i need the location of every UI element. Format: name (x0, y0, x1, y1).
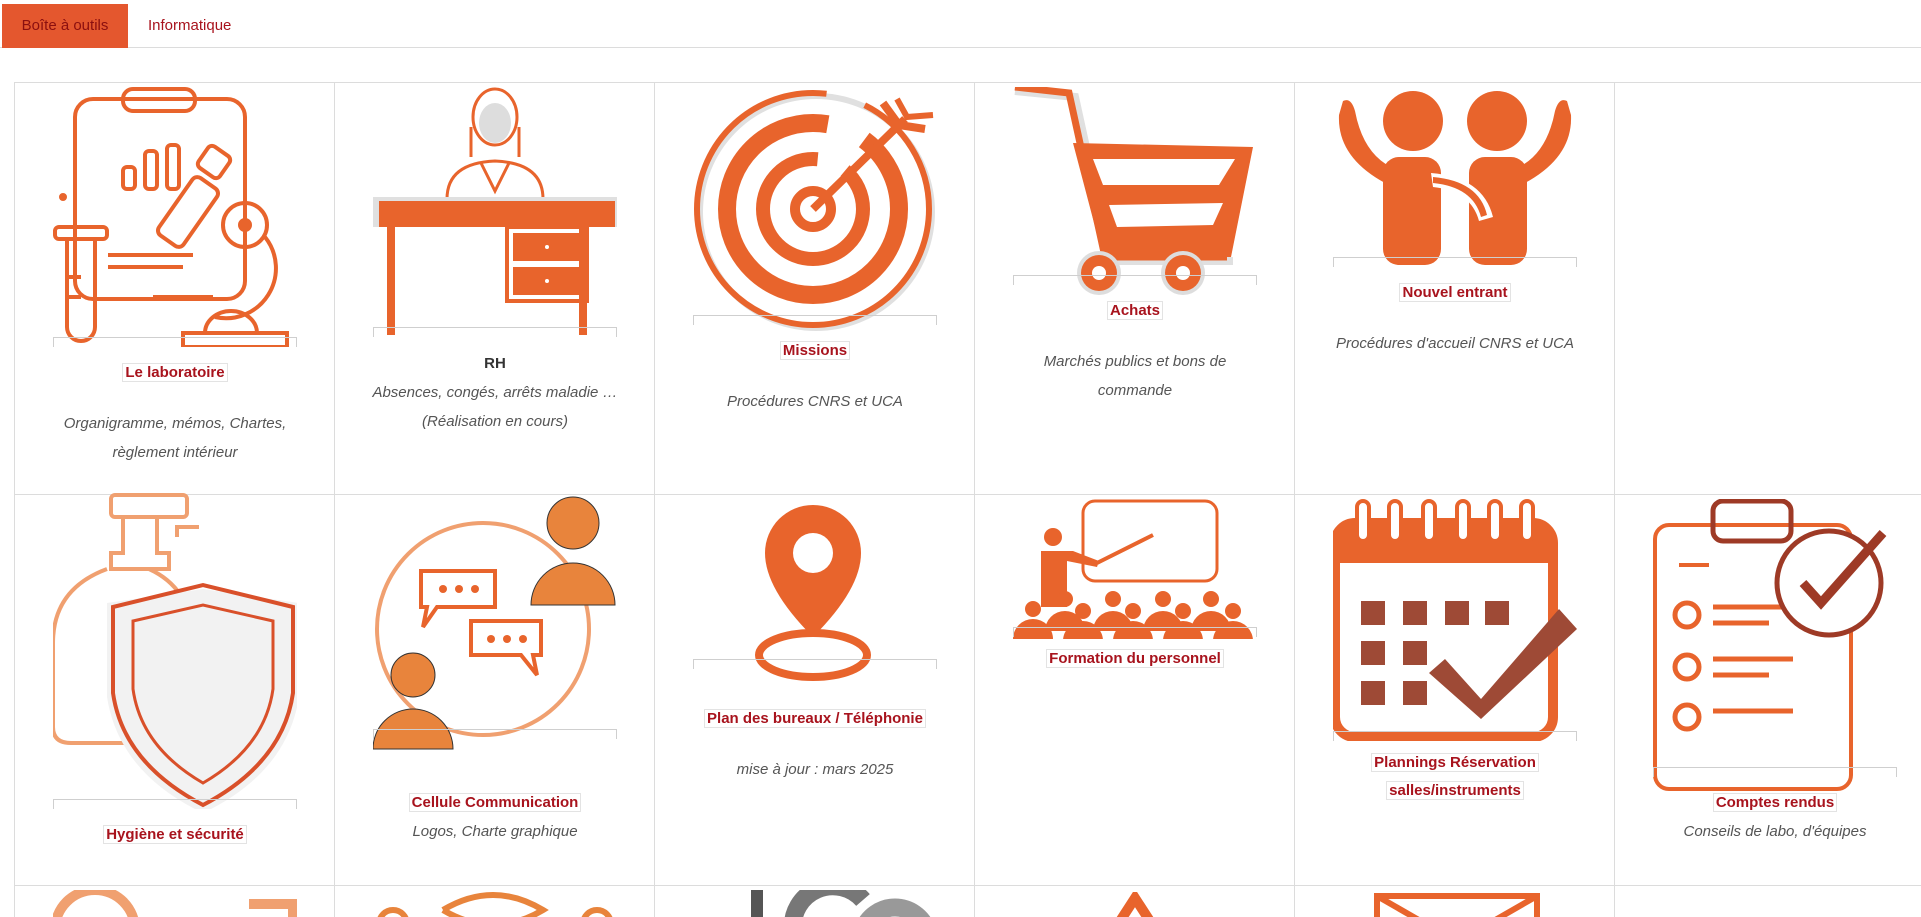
tile-missions[interactable]: Missions Procédures CNRS et UCA (654, 83, 974, 495)
tile-title[interactable]: RH (335, 350, 655, 378)
tile-description: Organigramme, mémos, Chartes, règlement … (63, 415, 287, 461)
tile-description: Procédures d'accueil CNRS et UCA (1336, 335, 1574, 352)
tile-title[interactable]: Le laboratoire (15, 359, 335, 387)
tile-formation[interactable]: Formation du personnel (974, 495, 1294, 886)
tile-title[interactable]: Comptes rendus (1615, 789, 1921, 817)
tile-description: Conseils de labo, d'équipes (1683, 823, 1867, 840)
tile-title[interactable]: Plan des bureaux / Téléphonie (655, 705, 975, 733)
classroom-icon[interactable] (1013, 499, 1257, 639)
microscope-icon[interactable] (53, 87, 297, 347)
tile-description: Logos, Charte graphique (412, 823, 578, 840)
tile-title-line2[interactable]: salles/instruments (1295, 777, 1615, 805)
partial-icon (751, 890, 930, 917)
partial-icon (1116, 892, 1154, 917)
tile-plannings[interactable]: Plannings Réservation salles/instruments (1294, 495, 1614, 886)
tab-boite-a-outils[interactable]: Boîte à outils (2, 4, 128, 48)
tile-title[interactable]: Achats (975, 297, 1295, 325)
target-icon[interactable] (693, 85, 937, 331)
tile-hygiene-securite[interactable]: Hygiène et sécurité (14, 493, 335, 886)
chat-people-icon[interactable] (373, 493, 617, 753)
tile-grid: Le laboratoire Organigramme, mémos, Char… (14, 82, 1921, 917)
tile-achats[interactable]: Achats Marchés publics et bons de comman… (974, 83, 1294, 495)
tile-description: Procédures CNRS et UCA (727, 393, 903, 410)
tile-plan-bureaux[interactable]: Plan des bureaux / Téléphonie mise à jou… (654, 495, 974, 886)
tile-row3-5[interactable] (1294, 886, 1614, 917)
tile-rh[interactable]: RH Absences, congés, arrêts maladie … (R… (334, 83, 654, 495)
tile-description: mise à jour : mars 2025 (736, 761, 894, 778)
welcome-people-icon[interactable] (1333, 87, 1577, 267)
partial-icon (53, 890, 297, 917)
tile-title[interactable]: Plannings Réservation (1295, 749, 1615, 777)
tile-row3-4[interactable] (974, 886, 1294, 917)
tile-title[interactable]: Cellule Communication (335, 789, 655, 817)
tile-title[interactable]: Missions (655, 337, 975, 365)
tile-cellule-communication[interactable]: Cellule Communication Logos, Charte grap… (334, 495, 654, 886)
shopping-cart-icon[interactable] (1013, 87, 1257, 295)
desk-person-icon[interactable] (373, 87, 617, 341)
envelope-icon (1374, 893, 1540, 917)
tile-row3-2[interactable] (334, 886, 654, 917)
partial-icon (377, 892, 613, 917)
shield-soap-icon[interactable] (53, 493, 297, 809)
tile-title[interactable]: Hygiène et sécurité (15, 821, 335, 849)
tile-row3-6 (1614, 886, 1921, 917)
tile-description: Absences, congés, arrêts maladie … (Réal… (372, 384, 618, 430)
tab-informatique[interactable]: Informatique (130, 4, 249, 48)
tile-nouvel-entrant[interactable]: Nouvel entrant Procédures d'accueil CNRS… (1294, 83, 1614, 495)
tile-empty (1614, 83, 1921, 495)
tile-laboratoire[interactable]: Le laboratoire Organigramme, mémos, Char… (14, 83, 334, 495)
tile-comptes-rendus[interactable]: Comptes rendus Conseils de labo, d'équip… (1614, 495, 1921, 886)
tile-description: Marchés publics et bons de commande (1043, 353, 1227, 399)
tile-row3-1[interactable] (14, 886, 334, 917)
tile-row3-3[interactable] (654, 886, 974, 917)
tile-title[interactable]: Nouvel entrant (1295, 279, 1615, 307)
tile-title[interactable]: Formation du personnel (975, 645, 1295, 673)
tab-bar: Boîte à outils Informatique (0, 0, 1921, 48)
clipboard-check-icon[interactable] (1653, 499, 1897, 799)
calendar-check-icon[interactable] (1333, 499, 1577, 741)
